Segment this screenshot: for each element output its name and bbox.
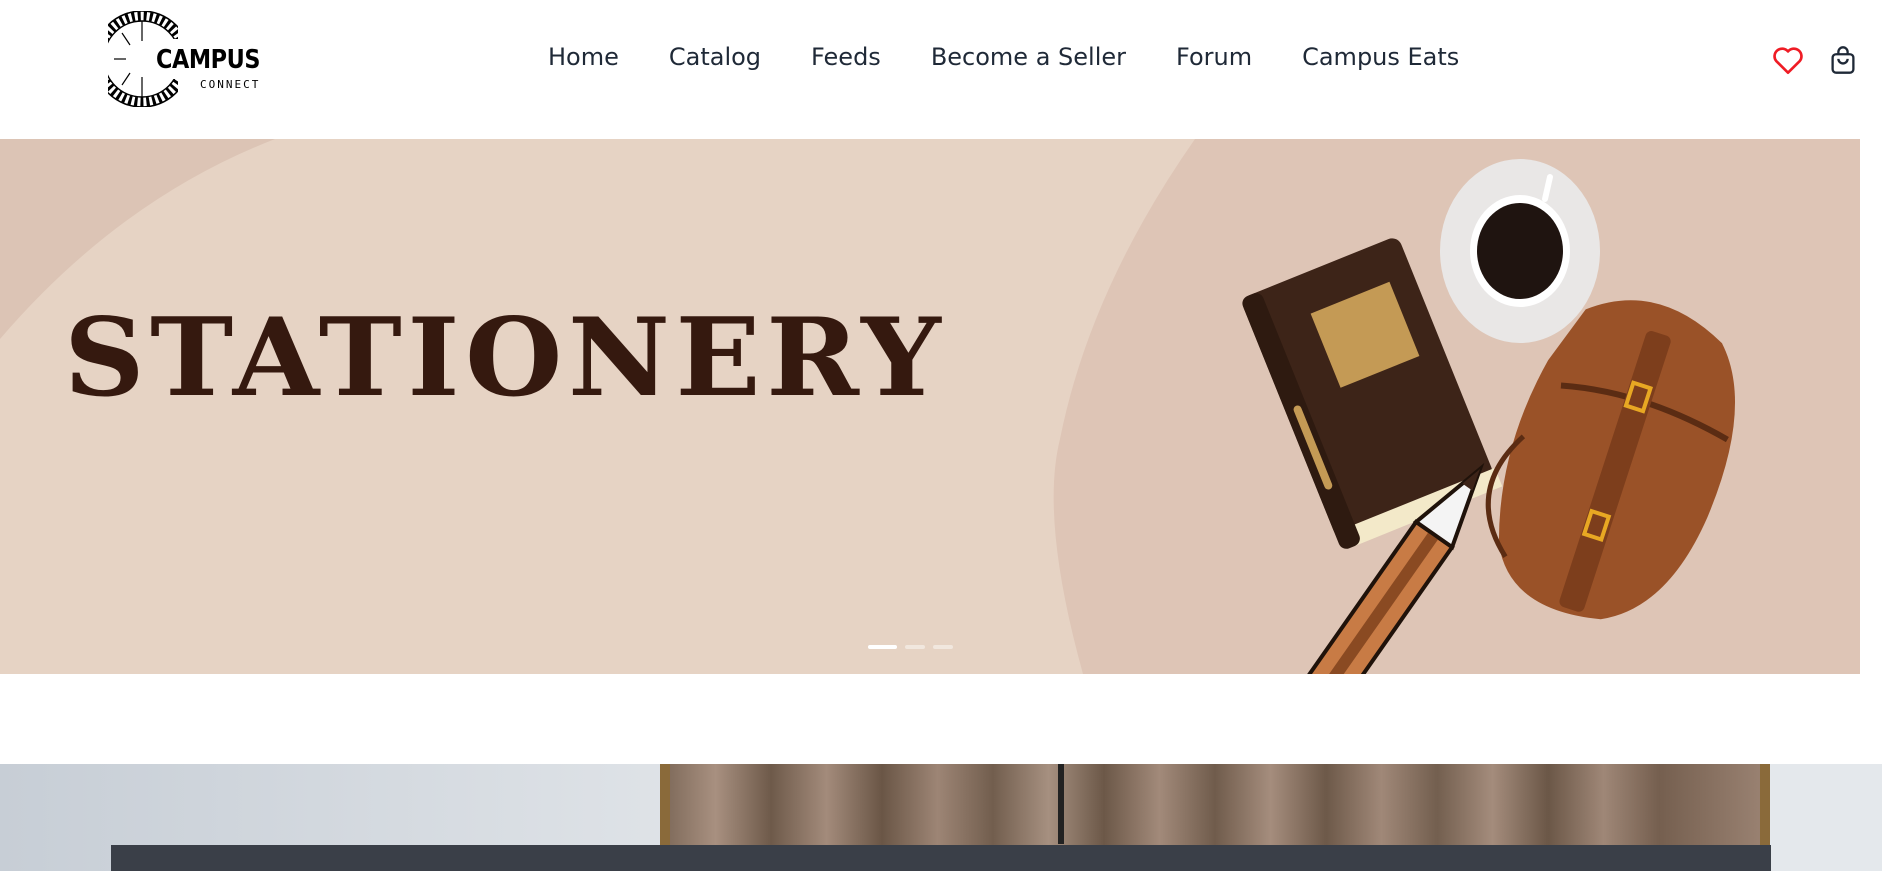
carousel-dot-1[interactable]: [868, 645, 897, 649]
nav-campus-eats[interactable]: Campus Eats: [1302, 43, 1459, 71]
nav-home[interactable]: Home: [548, 43, 619, 71]
hero-title: STATIONERY: [64, 294, 947, 421]
nav-become-a-seller[interactable]: Become a Seller: [931, 43, 1126, 71]
main-nav: Home Catalog Feeds Become a Seller Forum…: [548, 43, 1459, 71]
banner-overlay-panel: [111, 845, 1771, 871]
cart-button[interactable]: [1825, 42, 1861, 78]
hero-carousel[interactable]: STATIONERY: [0, 139, 1860, 674]
carousel-dot-2[interactable]: [905, 645, 925, 649]
site-header: CAMPUS CONNECT Home Catalog Feeds Become…: [0, 0, 1882, 139]
promo-banner: [0, 764, 1882, 871]
carousel-dot-3[interactable]: [933, 645, 953, 649]
nav-forum[interactable]: Forum: [1176, 43, 1252, 71]
carousel-indicators: [868, 645, 953, 649]
heart-icon: [1773, 47, 1803, 74]
shopping-bag-icon: [1831, 46, 1855, 74]
logo-subtitle: CONNECT: [200, 78, 261, 91]
logo-wordmark: CAMPUS: [156, 45, 261, 75]
nav-feeds[interactable]: Feeds: [811, 43, 881, 71]
nav-catalog[interactable]: Catalog: [669, 43, 761, 71]
wishlist-button[interactable]: [1770, 42, 1806, 78]
campus-connect-logo[interactable]: CAMPUS CONNECT: [108, 11, 268, 107]
coffee-cup-icon: [1440, 159, 1600, 343]
